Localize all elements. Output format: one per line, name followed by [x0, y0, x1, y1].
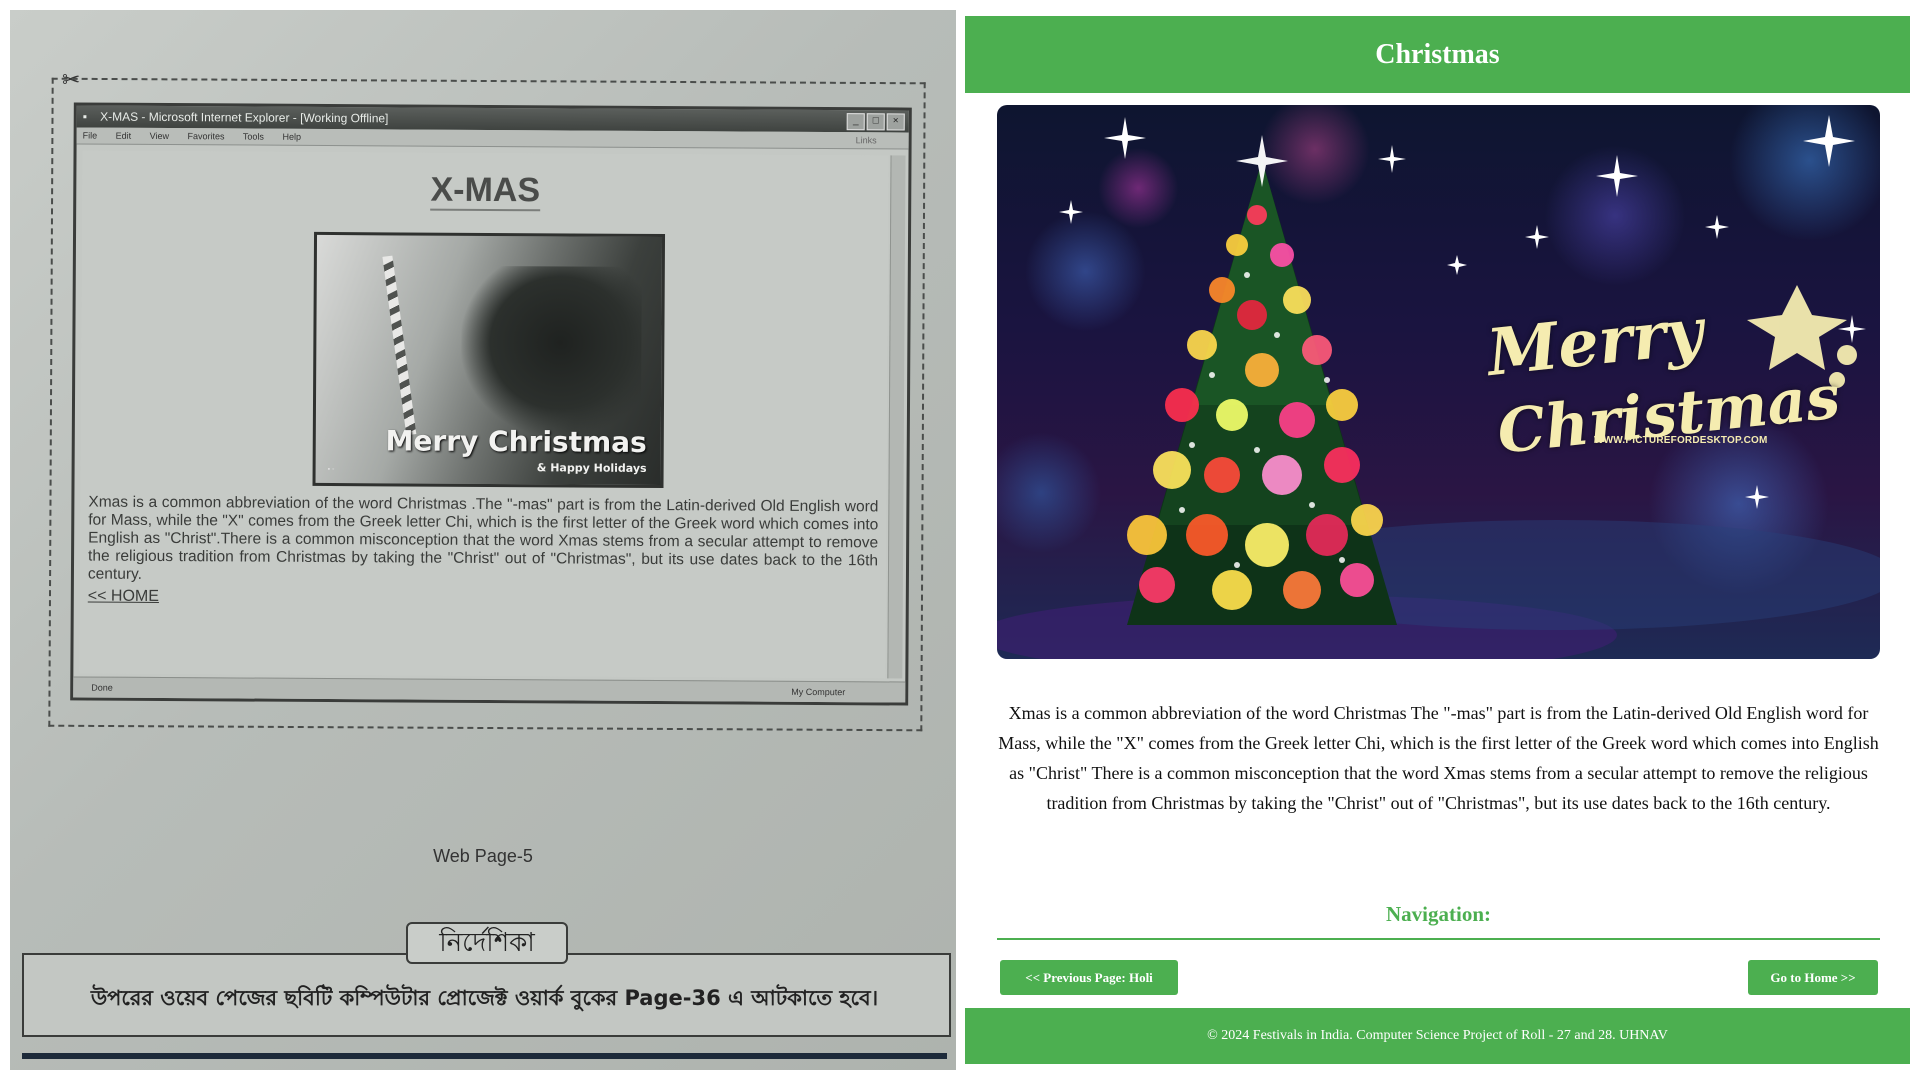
hero-watermark: WWW.PICTUREFORDESKTOP.COM	[1594, 435, 1768, 446]
status-zone: My Computer	[791, 686, 846, 698]
close-icon: ×	[886, 113, 905, 131]
guide-instruction: উপরের ওয়েব পেজের ছবিটি কম্পিউটার প্রোজে…	[90, 986, 879, 1010]
printed-image-sub-text: & Happy Holidays	[536, 461, 647, 475]
bottom-rule	[22, 1053, 947, 1059]
navigation-divider	[997, 938, 1880, 940]
go-home-button[interactable]: Go to Home >>	[1748, 960, 1878, 995]
window-controls: _ □ ×	[846, 113, 905, 131]
status-done: Done	[91, 682, 113, 693]
browser-statusbar: Done My Computer	[73, 676, 906, 703]
printed-body-text: Xmas is a common abbreviation of the wor…	[87, 493, 879, 583]
navigation-heading: Navigation:	[1386, 902, 1491, 926]
page-description: Xmas is a common abbreviation of the wor…	[998, 703, 1879, 813]
browser-window-title: X-MAS - Microsoft Internet Explorer - [W…	[100, 109, 389, 126]
menu-file: File	[82, 130, 98, 141]
browser-window-photo: ▪ X-MAS - Microsoft Internet Explorer - …	[70, 102, 912, 706]
worksheet-photo: ✂ ▪ X-MAS - Microsoft Internet Explorer …	[10, 10, 956, 1070]
menu-favorites: Favorites	[187, 131, 225, 142]
christmas-hero-image: Merry Christmas WWW.PICTUREFORDESKTOP.CO…	[997, 105, 1880, 659]
image-logo: ▪ ◦	[327, 466, 335, 474]
printed-christmas-image: ▪ ◦ Merry Christmas & Happy Holidays	[312, 231, 666, 489]
web-page-caption: Web Page-5	[433, 846, 533, 866]
links-label: Links	[855, 135, 877, 146]
browser-scrollbar	[887, 155, 906, 679]
christmas-web-page: Christmas Merry Christmas WWW.PICTUREFOR…	[965, 16, 1910, 1064]
menu-tools: Tools	[242, 131, 264, 142]
menu-view: View	[149, 130, 170, 142]
ie-page-icon: ▪	[82, 109, 88, 124]
page-footer: © 2024 Festivals in India. Computer Scie…	[965, 1008, 1910, 1064]
guide-label: নির্দেশিকা	[406, 922, 568, 964]
printed-page-title: X-MAS	[430, 170, 541, 212]
previous-page-button[interactable]: << Previous Page: Holi	[1000, 960, 1178, 995]
menu-edit: Edit	[115, 130, 132, 141]
browser-content: X-MAS ▪ ◦ Merry Christmas & Happy Holida…	[79, 150, 889, 679]
maximize-icon: □	[866, 113, 885, 131]
menu-help: Help	[282, 131, 302, 142]
page-title: Christmas	[965, 16, 1910, 93]
printed-image-main-text: Merry Christmas	[385, 424, 647, 459]
printed-home-link: << HOME	[87, 587, 160, 605]
minimize-icon: _	[846, 113, 865, 131]
